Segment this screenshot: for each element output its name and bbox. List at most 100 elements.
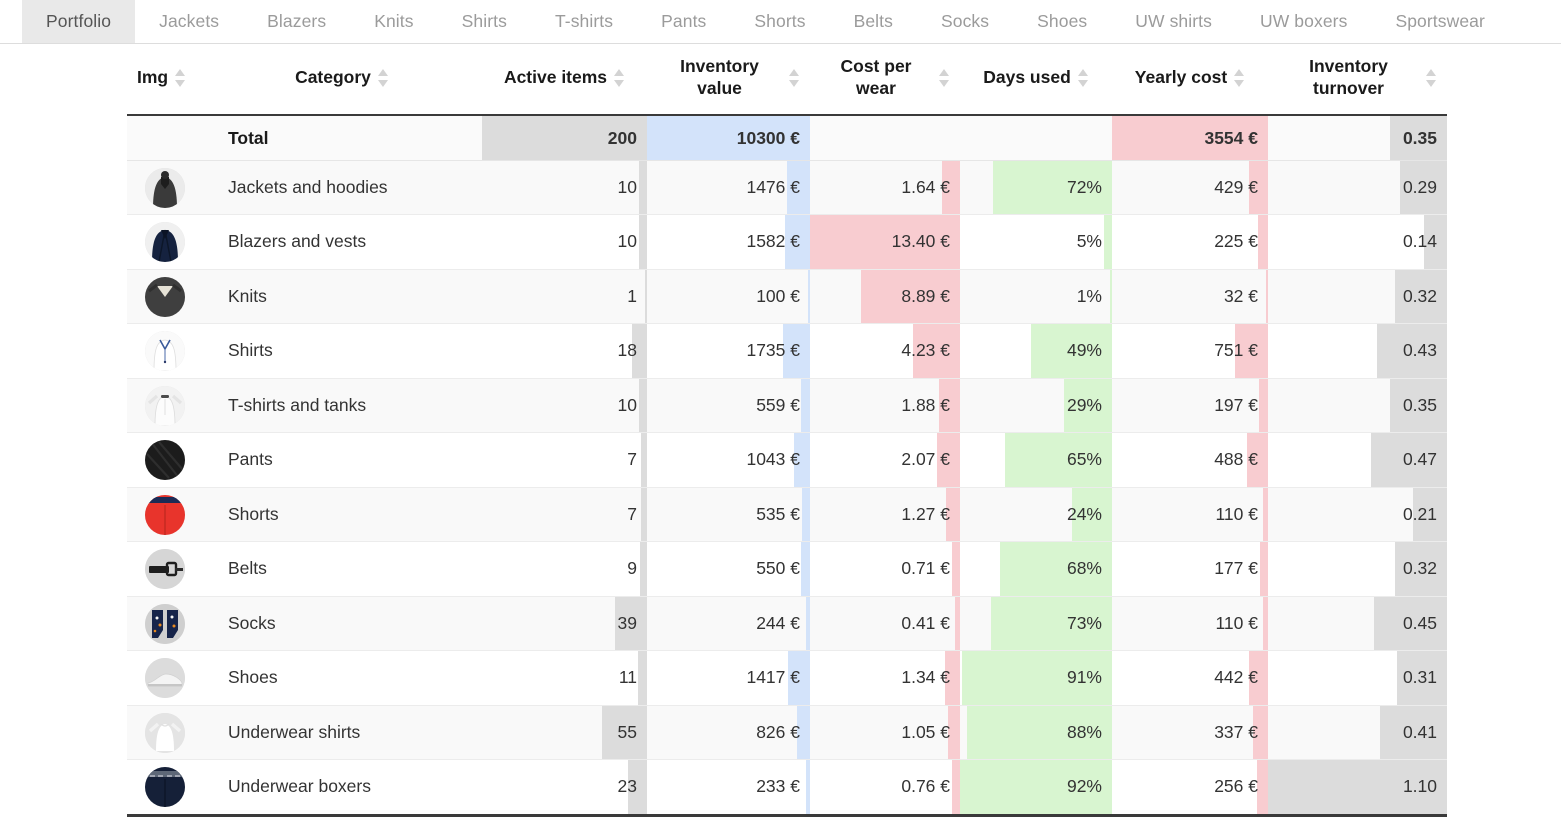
table-row[interactable]: Underwear boxers 23 233 € 0.76 € 92% 256 € 1.1… [127, 759, 1447, 817]
sort-icon[interactable] [1077, 68, 1089, 88]
cell-value: 7 [627, 503, 637, 524]
column-header-yearly[interactable]: Yearly cost [1112, 44, 1268, 116]
table-row-total: Total 200 10300 € 3554 € 0.35 [127, 114, 1447, 161]
cell-days: 91% [960, 650, 1112, 706]
table-row[interactable]: Shirts 18 1735 € 4.23 € 49% 751 € 0.43 [127, 323, 1447, 379]
cell-value: 0.71 € [901, 558, 950, 579]
cell-category: Shorts [202, 487, 482, 543]
tab-t-shirts[interactable]: T-shirts [531, 0, 637, 43]
cell-category: Socks [202, 596, 482, 652]
column-header-active[interactable]: Active items [482, 44, 647, 116]
cell-yearly: 442 € [1112, 650, 1268, 706]
sort-icon[interactable] [175, 68, 186, 88]
table-row[interactable]: Shoes 11 1417 € 1.34 € 91% 442 € 0.31 [127, 650, 1447, 706]
column-header-turnover[interactable]: Inventory turnover [1268, 44, 1447, 116]
cell-value: 91% [1066, 667, 1102, 688]
cell-days: 24% [960, 487, 1112, 543]
table-row[interactable]: Shorts 7 535 € 1.27 € 24% 110 € 0.21 [127, 487, 1447, 543]
tab-blazers[interactable]: Blazers [243, 0, 350, 43]
shoe-thumb [144, 658, 185, 698]
cell-value: 65% [1066, 449, 1102, 470]
cell-days: 73% [960, 596, 1112, 652]
cell-value: 0.32 [1402, 285, 1437, 306]
tab-portfolio[interactable]: Portfolio [22, 0, 136, 43]
cell-value: 559 € [647, 378, 810, 434]
tab-label: Socks [940, 11, 990, 31]
cell-days: 72% [960, 160, 1112, 216]
cell-value: Shorts [228, 503, 279, 524]
cell-value: 0.41 € [901, 612, 950, 633]
column-header-value[interactable]: Inventory value [647, 44, 810, 116]
tab-uw-boxers[interactable]: UW boxers [1236, 0, 1371, 43]
cell-active: 200 [482, 114, 647, 161]
cell-value: 72% [1066, 176, 1102, 197]
tab-shoes[interactable]: Shoes [1013, 0, 1111, 43]
column-header-days[interactable]: Days used [960, 44, 1112, 116]
cell-value: 1476 € [647, 160, 810, 216]
column-header-img[interactable]: Img [127, 44, 202, 116]
table-row[interactable]: Socks 39 244 € 0.41 € 73% 110 € 0.45 [127, 596, 1447, 652]
tab-knits[interactable]: Knits [350, 0, 437, 43]
cell-value: Shirts [228, 340, 273, 361]
cell-yearly: 337 € [1112, 705, 1268, 761]
tab-socks[interactable]: Socks [917, 0, 1013, 43]
tab-label: Jackets [159, 11, 220, 31]
cell-value: 8.89 € [901, 285, 950, 306]
table-row[interactable]: Pants 7 1043 € 2.07 € 65% 488 € 0.47 [127, 432, 1447, 488]
tab-uw-shirts[interactable]: UW shirts [1111, 0, 1236, 43]
cell-active: 1 [482, 269, 647, 325]
cell-turnover: 0.21 [1268, 487, 1447, 543]
cell-value: 110 € [1215, 612, 1259, 633]
cell-img [127, 596, 202, 652]
cell-value: 197 € [1214, 394, 1258, 415]
table-row[interactable]: Knits 1 100 € 8.89 € 1% 32 € 0.32 [127, 269, 1447, 325]
cell-value: 0.14 [1402, 231, 1437, 252]
cell-value: 3554 € [1204, 127, 1258, 148]
column-header-category[interactable]: Category [202, 44, 482, 116]
tab-shirts[interactable]: Shirts [438, 0, 531, 43]
cell-value: 11 [618, 667, 637, 688]
shorts-thumb [144, 494, 185, 535]
cell-active: 10 [482, 214, 647, 270]
sort-icon[interactable] [614, 68, 625, 88]
tab-jackets[interactable]: Jackets [135, 0, 243, 43]
tab-belts[interactable]: Belts [830, 0, 917, 43]
shirt-thumb [144, 331, 185, 371]
column-header-cpw[interactable]: Cost per wear [810, 44, 960, 116]
cell-value: 0.29 [1402, 176, 1437, 197]
undershirt-thumb [144, 712, 185, 753]
sort-icon[interactable] [789, 68, 800, 88]
sort-icon[interactable] [1234, 68, 1245, 88]
cell-value: 0.35 [1402, 394, 1437, 415]
table-row[interactable]: Underwear shirts 55 826 € 1.05 € 88% 337 € 0.4… [127, 705, 1447, 761]
tab-pants[interactable]: Pants [637, 0, 730, 43]
sort-icon[interactable] [377, 68, 389, 88]
table-row[interactable]: Jackets and hoodies 10 1476 € 1.64 € 72% 429 … [127, 160, 1447, 216]
cell-yearly: 488 € [1112, 432, 1268, 488]
tab-sportswear[interactable]: Sportswear [1371, 0, 1509, 43]
cell-cpw: 1.27 € [810, 487, 960, 543]
cell-value: 200 [607, 127, 637, 148]
tab-shorts[interactable]: Shorts [730, 0, 829, 43]
socks-thumb [144, 603, 185, 644]
cell-category: Shoes [202, 650, 482, 706]
cell-cpw: 1.64 € [810, 160, 960, 216]
cell-yearly: 225 € [1112, 214, 1268, 270]
cell-value: Shoes [228, 667, 278, 688]
cell-turnover: 0.31 [1268, 650, 1447, 706]
table-row[interactable]: Blazers and vests 10 1582 € 13.40 € 5% 225 € 0… [127, 214, 1447, 270]
sort-icon[interactable] [1426, 68, 1437, 88]
table-row[interactable]: T-shirts and tanks 10 559 € 1.88 € 29% 197 € 0… [127, 378, 1447, 434]
cell-days: 88% [960, 705, 1112, 761]
table-row[interactable]: Belts 9 550 € 0.71 € 68% 177 € 0.32 [127, 541, 1447, 597]
cell-turnover: 0.47 [1268, 432, 1447, 488]
cell-active: 7 [482, 432, 647, 488]
cell-value: 29% [1066, 394, 1102, 415]
cell-value: 256 € [1214, 776, 1258, 797]
column-header-label: Inventory value [680, 56, 759, 98]
cell-img [127, 759, 202, 817]
cell-value: 1% [1076, 285, 1102, 306]
cell-turnover: 0.14 [1268, 214, 1447, 270]
cell-turnover: 0.41 [1268, 705, 1447, 761]
sort-icon[interactable] [939, 68, 950, 88]
